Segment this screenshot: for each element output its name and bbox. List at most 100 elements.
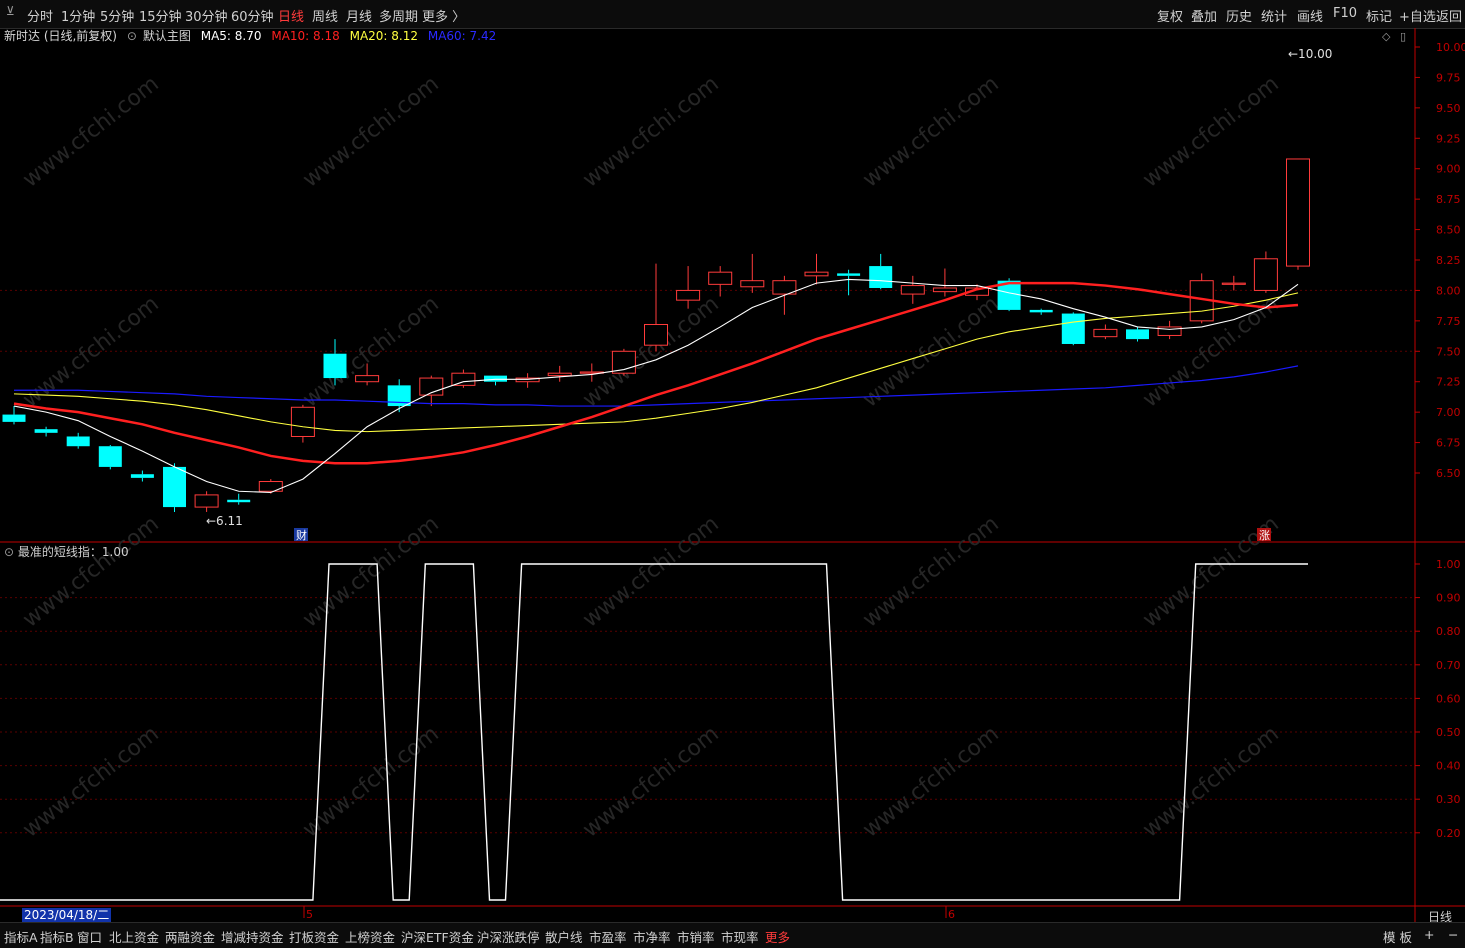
zoom-in-button[interactable]: + [1424,927,1434,942]
tab-pb[interactable]: 市净率 [633,927,671,946]
panel-toggle-icon: ▯ [1400,30,1406,43]
watermark-text: www.cfchi.com [578,721,723,842]
candle [869,253,893,290]
period-monthly[interactable]: 月线 [346,6,372,25]
back-button[interactable]: 返回 [1436,6,1462,25]
period-1min[interactable]: 1分钟 [61,6,95,25]
indicator-dropdown-icon[interactable]: ⊙ [4,545,14,559]
chart-grid: 56 [0,28,1465,922]
diamond-icon: ◇ [1382,30,1391,43]
crosshair-date-label: 2023/04/18/二 [22,908,112,922]
price-tick-label: 9.25 [1436,132,1461,145]
candle-body-down [1029,309,1053,313]
candle-body-down [1061,313,1085,344]
indicator-tick-label: 0.80 [1436,625,1461,638]
indicator-tick-label: 0.50 [1436,726,1461,739]
period-30min[interactable]: 30分钟 [185,6,228,25]
template-button[interactable]: 模 板 [1383,927,1412,946]
period-daily[interactable]: 日线 [278,6,304,25]
candle-body-down [163,466,186,508]
tab-more[interactable]: 更多 [765,927,790,946]
fuquan-button[interactable]: 复权 [1157,6,1183,25]
period-fenshi[interactable]: 分时 [27,6,53,25]
watermark-text: www.cfchi.com [298,511,443,632]
watermark-text: www.cfchi.com [1138,71,1283,192]
price-tick-label: 8.75 [1436,193,1461,206]
price-tick-label: 9.50 [1436,102,1461,115]
collapse-arrow-icon[interactable]: ⊻ [6,4,15,18]
tab-retail-line[interactable]: 散户线 [545,927,583,946]
event-zhang-label: 涨 [1259,529,1270,542]
candle [611,348,636,376]
watermark-text: www.cfchi.com [578,71,723,192]
period-toolbar: ⊻ 分时 1分钟 5分钟 15分钟 30分钟 60分钟 日线 周线 月线 多周期… [0,0,1465,29]
candle [194,491,219,512]
tab-pe[interactable]: 市盈率 [589,927,627,946]
tab-top-list[interactable]: 上榜资金 [345,927,395,946]
candle-body-up [451,372,476,386]
tab-holding-change[interactable]: 增减持资金 [221,927,284,946]
candle-body-up [740,280,765,288]
candle [740,253,765,293]
price-tick-label: 7.00 [1436,406,1461,419]
watermark-layer: www.cfchi.com www.cfchi.com www.cfchi.com w… [18,71,1283,842]
watermark-text: www.cfchi.com [18,71,163,192]
price-tick-label: 8.25 [1436,254,1461,267]
tab-limit-stats[interactable]: 沪深涨跌停 [477,927,540,946]
f10-button[interactable]: F10 [1333,6,1357,21]
candle [1093,324,1118,340]
draw-line-button[interactable]: 画线 [1297,6,1323,25]
tab-window[interactable]: 窗口 [77,927,102,946]
indicator-tick-label: 0.40 [1436,760,1461,773]
candle-body-up [1221,282,1246,285]
candle-body-up [804,271,829,277]
period-weekly[interactable]: 周线 [312,6,338,25]
indicator-title-text: 最准的短线指：1.00 [17,545,129,559]
period-multi[interactable]: 多周期 [379,6,418,25]
candle-body-up [932,287,957,293]
ma60-line [14,365,1299,407]
candle [258,479,283,494]
tab-indicator-a[interactable]: 指标A [4,927,38,946]
candlesticks [2,158,1310,512]
kline-chart[interactable]: 56 www.cfchi.com www.cfchi.com www.cfchi.c… [0,28,1465,922]
tab-indicator-b[interactable]: 指标B [40,927,74,946]
stats-button[interactable]: 统计 [1261,6,1287,25]
period-more[interactable]: 更多 〉 [422,6,465,25]
watermark-text: www.cfchi.com [578,291,723,412]
candle-body-up [708,271,733,285]
price-tick-label: 9.00 [1436,163,1461,176]
candle-body-down [1126,329,1149,340]
period-15min[interactable]: 15分钟 [139,6,182,25]
candle-body-up [290,406,315,437]
candle [387,379,411,413]
watermark-text: www.cfchi.com [858,511,1003,632]
tab-etf-funds[interactable]: 沪深ETF资金 [401,927,474,946]
watermark-text: www.cfchi.com [18,511,163,632]
history-button[interactable]: 历史 [1226,6,1252,25]
tab-limit-board[interactable]: 打板资金 [289,927,339,946]
candle [290,404,315,443]
candle [1286,158,1310,270]
tab-ps[interactable]: 市销率 [677,927,715,946]
candle [1253,251,1278,293]
watermark-text: www.cfchi.com [18,721,163,842]
tab-northbound[interactable]: 北上资金 [109,927,159,946]
period-5min[interactable]: 5分钟 [100,6,134,25]
tab-pcf[interactable]: 市现率 [721,927,759,946]
tab-margin[interactable]: 两融资金 [165,927,215,946]
candle-body-up [1253,258,1278,291]
watermark-text: www.cfchi.com [1138,721,1283,842]
overlay-button[interactable]: 叠加 [1191,6,1217,25]
candle-body-up [547,372,572,377]
candle [484,375,507,386]
mark-button[interactable]: 标记 [1366,6,1392,25]
candle-body-up [644,324,668,346]
candle [419,375,444,407]
candle-body-up [900,285,925,295]
add-watchlist-button[interactable]: +自选 [1399,6,1436,25]
indicator-title: ⊙ 最准的短线指：1.00 [4,543,129,560]
period-60min[interactable]: 60分钟 [231,6,274,25]
zoom-out-button[interactable]: − [1448,927,1458,942]
candle [708,266,733,297]
